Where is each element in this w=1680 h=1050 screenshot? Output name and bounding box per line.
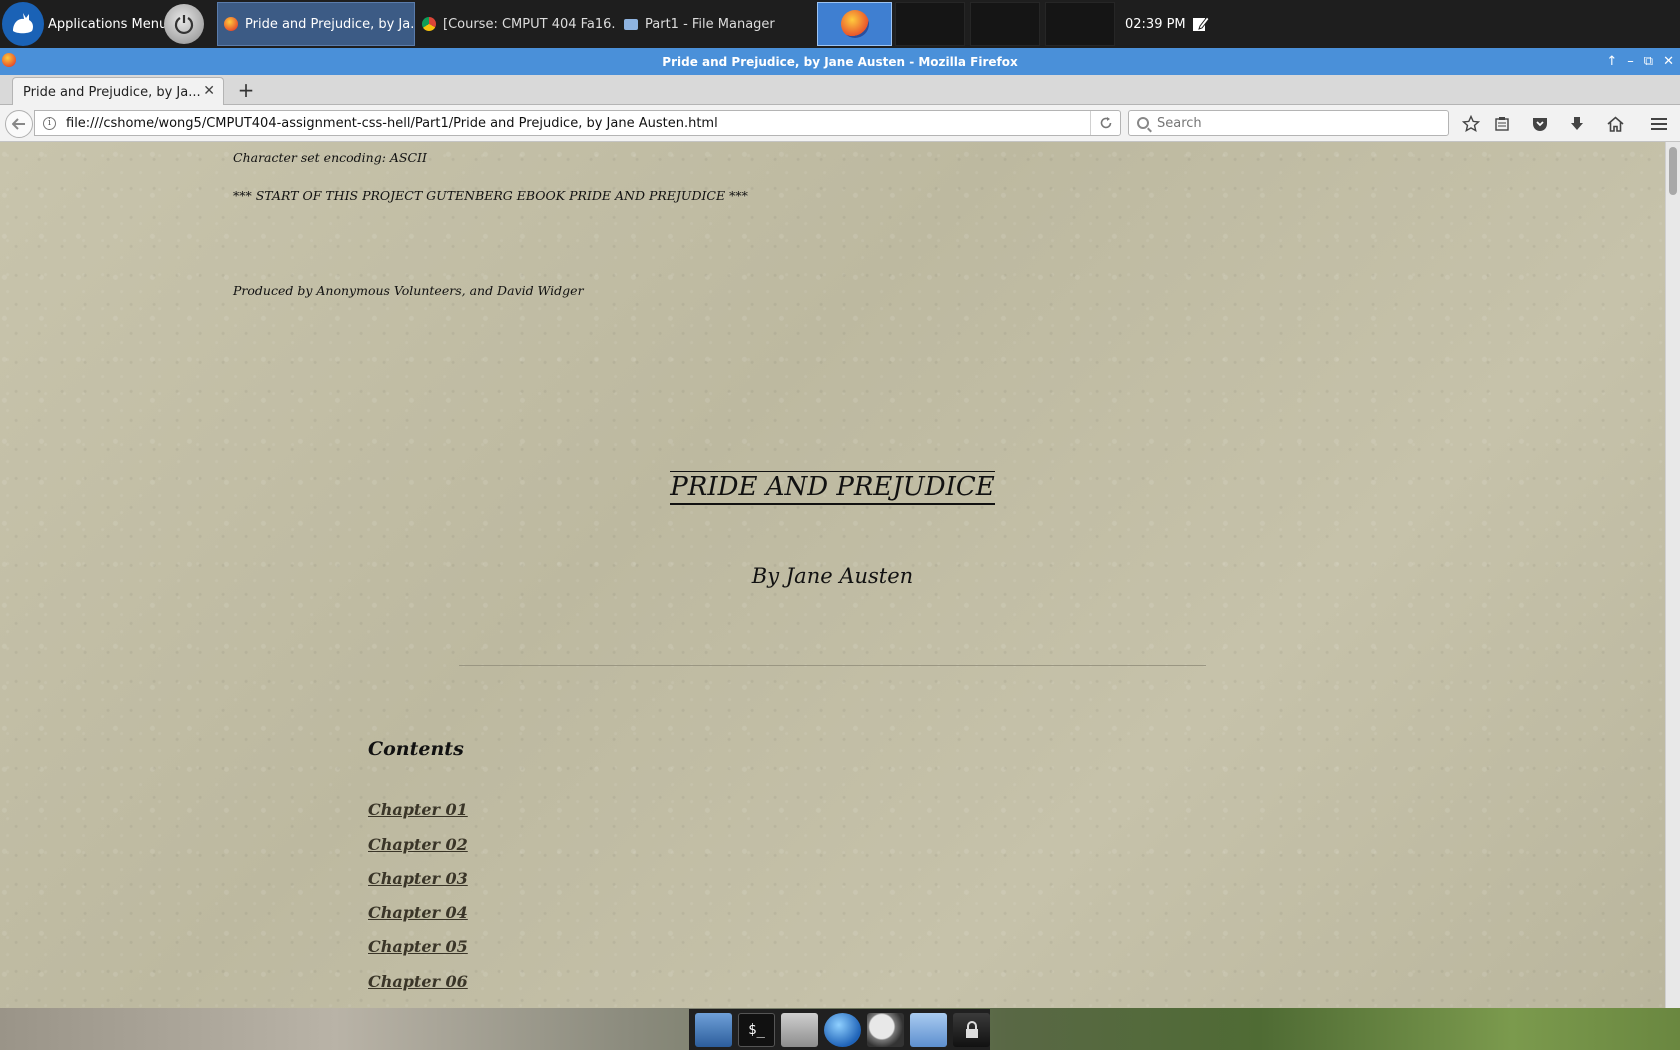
- power-symbol-icon: [174, 15, 194, 35]
- chapter-link-05[interactable]: Chapter 05: [368, 937, 468, 956]
- scrollbar-thumb[interactable]: [1669, 147, 1677, 195]
- reload-button[interactable]: [1090, 111, 1120, 135]
- clock[interactable]: 02:39 PM: [1125, 0, 1186, 48]
- clipboard-icon: [1495, 117, 1509, 131]
- power-icon[interactable]: [164, 4, 204, 44]
- taskbar-item-label: Pride and Prejudice, by Ja...: [245, 16, 415, 32]
- chapter-link-04[interactable]: Chapter 04: [368, 903, 468, 922]
- taskbar-item-label: Part1 - File Manager: [645, 16, 775, 32]
- tab-label: Pride and Prejudice, by Ja...: [23, 84, 201, 100]
- show-desktop-icon[interactable]: [695, 1012, 732, 1047]
- hamburger-menu-icon: [1651, 118, 1667, 130]
- chapter-link-03[interactable]: Chapter 03: [368, 869, 468, 888]
- search-bar[interactable]: [1128, 110, 1449, 136]
- close-button[interactable]: ✕: [1663, 54, 1674, 69]
- workspace-2[interactable]: [895, 2, 965, 46]
- horizontal-divider: [459, 665, 1206, 666]
- bookmark-star-button[interactable]: [1459, 113, 1483, 135]
- xfce-logo-icon[interactable]: [2, 2, 44, 46]
- mouse-logo-icon: [13, 13, 33, 34]
- vertical-scrollbar[interactable]: [1665, 142, 1680, 1008]
- book-title: PRIDE AND PREJUDICE: [0, 471, 1665, 505]
- taskbar-item-label: [Course: CMPUT 404 Fa16...: [443, 16, 616, 32]
- close-tab-icon[interactable]: ✕: [203, 83, 215, 99]
- encoding-line: Character set encoding: ASCII: [233, 150, 427, 165]
- padlock-icon: [965, 1020, 978, 1038]
- chapter-link-06[interactable]: Chapter 06: [368, 972, 468, 991]
- taskbar-item-firefox[interactable]: Pride and Prejudice, by Ja...: [217, 2, 415, 46]
- folder-icon: [624, 18, 638, 30]
- bottom-dock: $_: [689, 1009, 991, 1050]
- app-finder-magnifier-icon[interactable]: [867, 1012, 905, 1047]
- pocket-icon: [1533, 118, 1547, 131]
- chapter-link-01[interactable]: Chapter 01: [368, 800, 468, 819]
- chapter-link-02[interactable]: Chapter 02: [368, 835, 468, 854]
- applications-menu-button[interactable]: Applications Menu: [48, 0, 167, 48]
- produced-by-line: Produced by Anonymous Volunteers, and Da…: [233, 283, 584, 298]
- file-manager-folder-icon[interactable]: [910, 1012, 948, 1047]
- open-menu-button[interactable]: [1647, 113, 1671, 135]
- url-bar[interactable]: i file:///cshome/wong5/CMPUT404-assignme…: [34, 110, 1121, 136]
- tab-pride-and-prejudice[interactable]: Pride and Prejudice, by Ja... ✕: [12, 77, 224, 106]
- web-browser-globe-icon[interactable]: [824, 1012, 862, 1047]
- firefox-icon: [2, 53, 16, 67]
- workspace-4[interactable]: [1045, 2, 1115, 46]
- download-arrow-icon: [1571, 117, 1583, 130]
- back-button[interactable]: [5, 110, 33, 138]
- home-folder-icon[interactable]: [781, 1012, 819, 1047]
- lock-screen-icon[interactable]: [953, 1012, 991, 1047]
- shade-button[interactable]: ↑: [1606, 54, 1617, 69]
- downloads-button[interactable]: [1565, 113, 1589, 135]
- star-icon: [1462, 115, 1480, 133]
- chrome-icon: [422, 17, 436, 31]
- page-content: Character set encoding: ASCII *** START …: [0, 142, 1665, 1008]
- window-titlebar[interactable]: Pride and Prejudice, by Jane Austen - Mo…: [0, 48, 1680, 75]
- window-title: Pride and Prejudice, by Jane Austen - Mo…: [662, 54, 1018, 69]
- notes-icon[interactable]: [1192, 0, 1210, 48]
- workspace-1[interactable]: [817, 2, 892, 46]
- url-text[interactable]: file:///cshome/wong5/CMPUT404-assignment…: [66, 116, 1090, 131]
- reading-list-button[interactable]: [1490, 113, 1514, 135]
- top-panel: Applications Menu Pride and Prejudice, b…: [0, 0, 1680, 48]
- pocket-button[interactable]: [1528, 113, 1552, 135]
- new-tab-button[interactable]: +: [234, 77, 258, 103]
- reload-icon: [1100, 117, 1111, 129]
- info-icon[interactable]: i: [43, 116, 56, 130]
- window-controls: ↑ – ⧉ ✕: [1606, 48, 1674, 75]
- maximize-button[interactable]: ⧉: [1644, 54, 1653, 69]
- search-icon: [1137, 117, 1149, 129]
- firefox-icon: [840, 10, 869, 38]
- home-icon: [1606, 116, 1624, 132]
- book-title-text: PRIDE AND PREJUDICE: [670, 471, 995, 505]
- taskbar-item-file-manager[interactable]: Part1 - File Manager: [618, 2, 798, 46]
- taskbar-item-chrome[interactable]: [Course: CMPUT 404 Fa16...: [416, 2, 616, 46]
- pencil-note-icon: [1193, 16, 1210, 31]
- workspace-3[interactable]: [970, 2, 1040, 46]
- firefox-icon: [224, 17, 238, 31]
- book-author: By Jane Austen: [751, 564, 914, 588]
- home-button[interactable]: [1603, 113, 1627, 135]
- search-input[interactable]: [1157, 115, 1437, 131]
- gutenberg-start-line: *** START OF THIS PROJECT GUTENBERG EBOO…: [233, 188, 748, 203]
- navigation-toolbar: i file:///cshome/wong5/CMPUT404-assignme…: [0, 105, 1680, 142]
- tab-strip: Pride and Prejudice, by Ja... ✕ +: [0, 75, 1680, 106]
- minimize-button[interactable]: –: [1627, 54, 1634, 69]
- terminal-icon[interactable]: $_: [738, 1012, 776, 1047]
- arrow-left-icon: [12, 118, 25, 130]
- contents-heading: Contents: [368, 738, 464, 760]
